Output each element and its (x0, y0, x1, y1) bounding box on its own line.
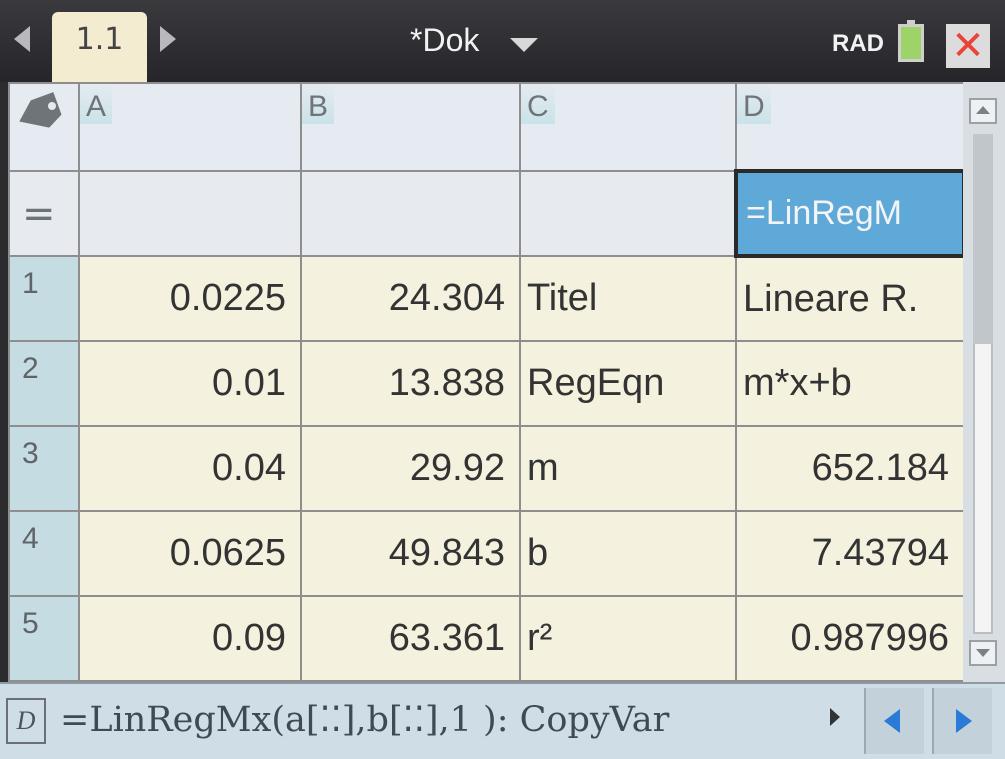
row-header[interactable]: 2 (8, 340, 80, 427)
row-header[interactable]: 3 (8, 425, 80, 512)
previous-page-icon[interactable] (14, 26, 30, 52)
table-row: 3 0.04 29.92 m 652.184 (8, 425, 965, 512)
table-row: 5 0.09 63.361 r² 0.987996 (8, 595, 965, 682)
entry-line: D =LinRegMx(a[⁚⁚],b[⁚⁚],1 ): CopyVar (0, 682, 1005, 759)
row-header[interactable]: 5 (8, 595, 80, 682)
row-header[interactable]: 4 (8, 510, 80, 597)
cell-d2[interactable]: m*x+b (735, 340, 965, 427)
table-row: 1 0.0225 24.304 Titel Lineare R. (8, 255, 965, 342)
column-letter-a: A (81, 85, 113, 124)
formula-input[interactable]: =LinRegMx(a[⁚⁚],b[⁚⁚],1 ): CopyVar (60, 700, 830, 748)
spreadsheet-grid: A B C D = =LinRegM 1 0.0225 24.304 Titel… (8, 82, 966, 682)
cell-c2[interactable]: RegEqn (519, 340, 737, 427)
cell-b5[interactable]: 63.361 (300, 595, 521, 682)
cell-a3[interactable]: 0.04 (78, 425, 302, 512)
scroll-thumb[interactable] (973, 134, 993, 344)
tag-icon (19, 92, 62, 128)
formula-cell-a[interactable] (78, 170, 302, 257)
cell-c3[interactable]: m (519, 425, 737, 512)
cell-b4[interactable]: 49.843 (300, 510, 521, 597)
column-header-a[interactable]: A (78, 82, 302, 172)
close-button[interactable]: ✕ (946, 24, 990, 68)
next-page-icon[interactable] (160, 26, 176, 52)
cell-c5[interactable]: r² (519, 595, 737, 682)
row-header[interactable]: 1 (8, 255, 80, 342)
title-bar: 1.1 *Dok RAD ✕ (0, 0, 1005, 82)
cell-a5[interactable]: 0.09 (78, 595, 302, 682)
nav-right-button[interactable] (932, 688, 992, 754)
document-title[interactable]: *Dok (410, 22, 479, 59)
formula-cell-c[interactable] (519, 170, 737, 257)
formula-row-label: = (8, 170, 80, 257)
entry-cell-reference: D (6, 698, 46, 744)
cell-a1[interactable]: 0.0225 (78, 255, 302, 342)
column-letter-b: B (303, 85, 335, 124)
cell-b2[interactable]: 13.838 (300, 340, 521, 427)
scroll-down-icon[interactable] (969, 640, 997, 666)
scroll-up-icon[interactable] (969, 98, 997, 124)
column-header-row: A B C D (8, 82, 965, 172)
document-menu-caret-icon[interactable] (510, 38, 538, 52)
column-header-c[interactable]: C (519, 82, 737, 172)
formula-row: = =LinRegM (8, 169, 966, 258)
cell-d3[interactable]: 652.184 (735, 425, 965, 512)
cell-a2[interactable]: 0.01 (78, 340, 302, 427)
column-letter-c: C (522, 85, 555, 124)
table-row: 4 0.0625 49.843 b 7.43794 (8, 510, 965, 597)
more-text-arrow-icon (830, 708, 840, 726)
cell-d5[interactable]: 0.987996 (735, 595, 965, 682)
battery-icon (898, 20, 924, 62)
table-row: 2 0.01 13.838 RegEqn m*x+b (8, 340, 965, 427)
cell-c1[interactable]: Titel (519, 255, 737, 342)
column-letter-d: D (738, 85, 771, 124)
nav-left-button[interactable] (864, 688, 924, 754)
column-header-d[interactable]: D (735, 82, 965, 172)
page-tab[interactable]: 1.1 (52, 12, 147, 82)
cell-b3[interactable]: 29.92 (300, 425, 521, 512)
cell-c4[interactable]: b (519, 510, 737, 597)
formula-cell-d[interactable]: =LinRegM (734, 169, 966, 258)
cell-a4[interactable]: 0.0625 (78, 510, 302, 597)
vertical-scrollbar[interactable] (963, 82, 1005, 682)
formula-cell-b[interactable] (300, 170, 521, 257)
column-header-b[interactable]: B (300, 82, 521, 172)
cell-d4[interactable]: 7.43794 (735, 510, 965, 597)
cell-b1[interactable]: 24.304 (300, 255, 521, 342)
cell-d1[interactable]: Lineare R. (735, 255, 965, 342)
angle-mode-indicator: RAD (832, 30, 884, 57)
corner-cell[interactable] (8, 82, 80, 172)
